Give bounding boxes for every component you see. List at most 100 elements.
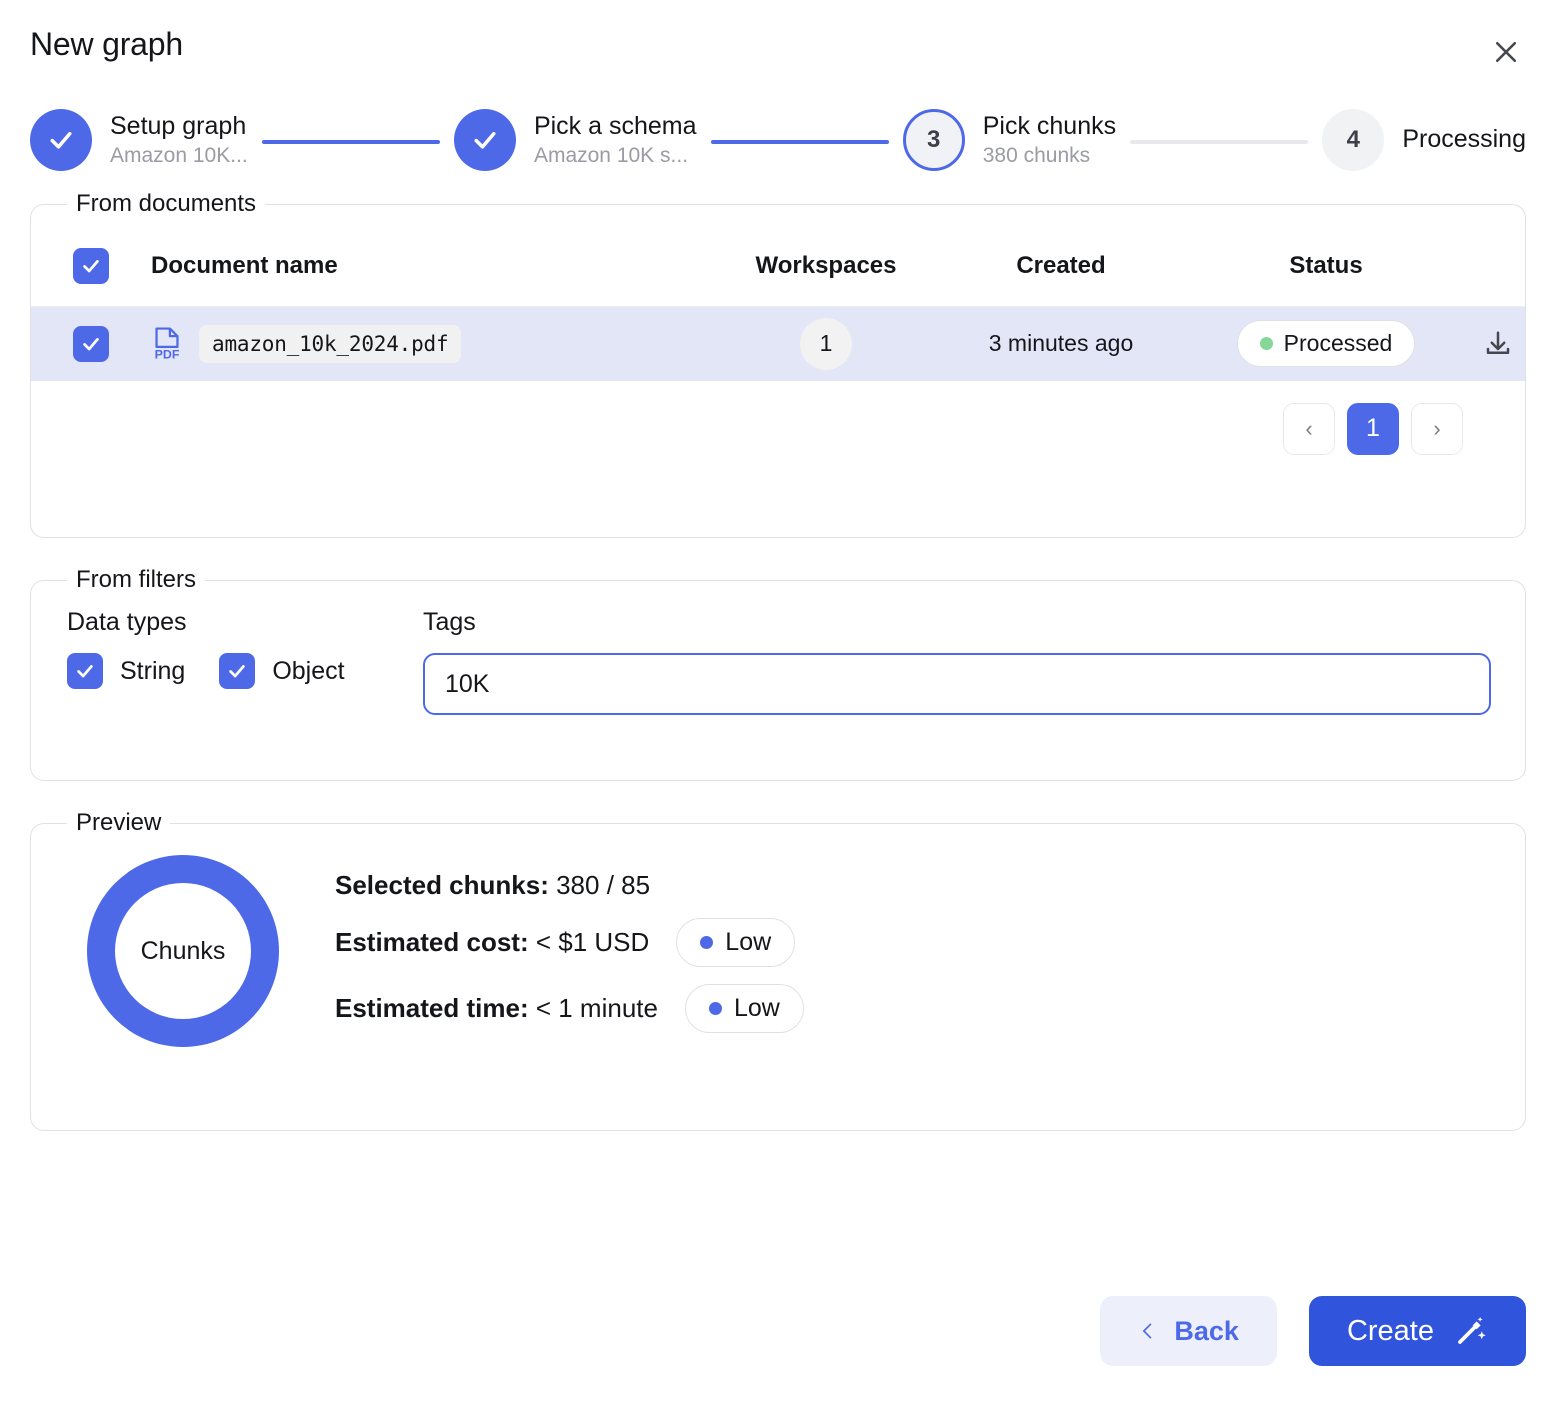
table-row[interactable]: PDF amazon_10k_2024.pdf 1 3 minutes ago … xyxy=(31,306,1525,381)
row-select-cell xyxy=(31,307,151,381)
create-button[interactable]: Create xyxy=(1308,1296,1526,1366)
check-icon xyxy=(83,337,99,351)
stat-estimated-time: Estimated time: < 1 minute Low xyxy=(335,983,804,1033)
column-header-document-name: Document name xyxy=(151,230,711,307)
estimated-cost-badge: Low xyxy=(676,917,796,967)
estimated-cost-label: Estimated cost: xyxy=(335,926,529,957)
step-3-label: Pick chunks xyxy=(982,112,1117,141)
select-all-checkbox[interactable] xyxy=(73,248,109,284)
pagination-page-1-button[interactable]: 1 xyxy=(1347,402,1399,455)
magic-wand-icon xyxy=(1458,1316,1486,1344)
chunks-donut-chart: Chunks xyxy=(87,855,279,1047)
step-1-sublabel: Amazon 10K... xyxy=(110,143,248,167)
row-status-cell: Processed xyxy=(1181,307,1471,381)
status-label: Processed xyxy=(1283,330,1393,357)
object-checkbox[interactable] xyxy=(219,653,256,689)
step-3-bullet: 3 xyxy=(902,109,965,171)
step-pick-a-schema[interactable]: Pick a schema Amazon 10K s... xyxy=(453,109,697,171)
step-4-label: Processing xyxy=(1402,125,1526,154)
status-badge: Processed xyxy=(1236,320,1416,368)
check-icon xyxy=(474,132,496,149)
page-title: New graph xyxy=(30,26,183,62)
data-type-string[interactable]: String xyxy=(67,653,185,689)
select-all-header xyxy=(31,230,151,307)
back-button[interactable]: Back xyxy=(1100,1296,1277,1366)
column-header-status: Status xyxy=(1181,230,1471,307)
status-dot-icon xyxy=(1259,337,1273,351)
create-button-label: Create xyxy=(1346,1314,1434,1347)
estimated-cost-badge-label: Low xyxy=(725,927,772,956)
preview-legend: Preview xyxy=(76,809,162,836)
column-header-actions xyxy=(1471,230,1525,307)
row-document-name-cell: PDF amazon_10k_2024.pdf xyxy=(151,307,711,381)
modal-footer: Back Create xyxy=(1100,1296,1526,1366)
step-2-label: Pick a schema xyxy=(533,112,697,141)
close-icon xyxy=(1495,41,1517,63)
stat-selected-chunks: Selected chunks: 380 / 85 xyxy=(335,870,804,901)
column-header-created: Created xyxy=(941,230,1181,307)
tags-input[interactable] xyxy=(423,653,1491,715)
step-1-bullet xyxy=(30,109,92,171)
stepper-connector-3 xyxy=(1130,140,1309,144)
download-icon xyxy=(1486,331,1510,354)
level-dot-icon xyxy=(700,935,714,949)
estimated-time-value: < 1 minute xyxy=(535,992,658,1023)
stepper: Setup graph Amazon 10K... Pick a schema … xyxy=(0,90,1556,190)
string-checkbox[interactable] xyxy=(67,653,103,689)
estimated-time-badge: Low xyxy=(684,983,804,1033)
step-2-sublabel: Amazon 10K s... xyxy=(533,143,689,167)
from-filters-legend: From filters xyxy=(76,566,196,593)
back-button-label: Back xyxy=(1174,1315,1239,1346)
donut-center-label: Chunks xyxy=(115,883,251,1019)
documents-table: Document name Workspaces Created Status xyxy=(31,230,1525,381)
data-types-label: Data types xyxy=(67,608,187,636)
column-header-workspaces: Workspaces xyxy=(711,230,941,307)
object-label: Object xyxy=(272,656,345,685)
preview-stats: Selected chunks: 380 / 85 Estimated cost… xyxy=(335,870,804,1033)
selected-chunks-value: 380 / 85 xyxy=(556,869,651,900)
pdf-file-icon: PDF xyxy=(155,327,180,361)
chevron-left-icon xyxy=(1143,1323,1152,1339)
check-icon xyxy=(83,260,99,273)
data-type-object[interactable]: Object xyxy=(219,653,345,689)
step-1-label: Setup graph xyxy=(110,112,247,141)
estimated-time-label: Estimated time: xyxy=(335,992,529,1023)
step-processing[interactable]: 4 Processing xyxy=(1322,109,1526,171)
stat-estimated-cost: Estimated cost: < $1 USD Low xyxy=(335,917,804,967)
data-types-group: Data types String Object xyxy=(67,608,423,689)
row-created-cell: 3 minutes ago xyxy=(988,330,1134,357)
preview-section: Preview Chunks Selected chunks: 380 / 85… xyxy=(30,809,1526,1131)
stepper-connector-1 xyxy=(261,140,440,144)
level-dot-icon xyxy=(708,1001,722,1015)
step-4-bullet: 4 xyxy=(1322,109,1385,171)
selected-chunks-label: Selected chunks: xyxy=(335,869,549,900)
from-documents-legend: From documents xyxy=(76,190,257,217)
pagination: ‹ 1 › xyxy=(31,381,1525,455)
download-button[interactable] xyxy=(1476,322,1520,366)
step-pick-chunks[interactable]: 3 Pick chunks 380 chunks xyxy=(902,109,1117,171)
table-header-row: Document name Workspaces Created Status xyxy=(31,230,1525,307)
check-icon xyxy=(229,665,246,678)
stepper-connector-2 xyxy=(710,140,889,144)
from-filters-section: From filters Data types String Object Ta… xyxy=(30,566,1526,781)
workspaces-badge: 1 xyxy=(800,317,852,370)
close-button[interactable] xyxy=(1486,32,1526,72)
tags-label: Tags xyxy=(423,608,476,636)
pagination-next-button[interactable]: › xyxy=(1411,402,1463,455)
modal-header: New graph xyxy=(0,0,1556,92)
row-workspaces-cell: 1 xyxy=(711,307,941,381)
tags-group: Tags xyxy=(423,608,1491,715)
svg-text:PDF: PDF xyxy=(155,347,180,361)
step-3-sublabel: 380 chunks xyxy=(982,143,1091,167)
estimated-time-badge-label: Low xyxy=(733,993,780,1022)
document-name[interactable]: amazon_10k_2024.pdf xyxy=(199,324,462,363)
row-checkbox[interactable] xyxy=(73,325,109,362)
from-documents-section: From documents Document name Workspaces … xyxy=(30,190,1526,538)
check-icon xyxy=(50,132,72,149)
pagination-prev-button[interactable]: ‹ xyxy=(1283,402,1335,455)
check-icon xyxy=(77,665,93,678)
step-2-bullet xyxy=(453,109,516,171)
step-setup-graph[interactable]: Setup graph Amazon 10K... xyxy=(30,109,248,171)
row-actions-cell xyxy=(1471,307,1525,381)
estimated-cost-value: < $1 USD xyxy=(535,926,650,957)
